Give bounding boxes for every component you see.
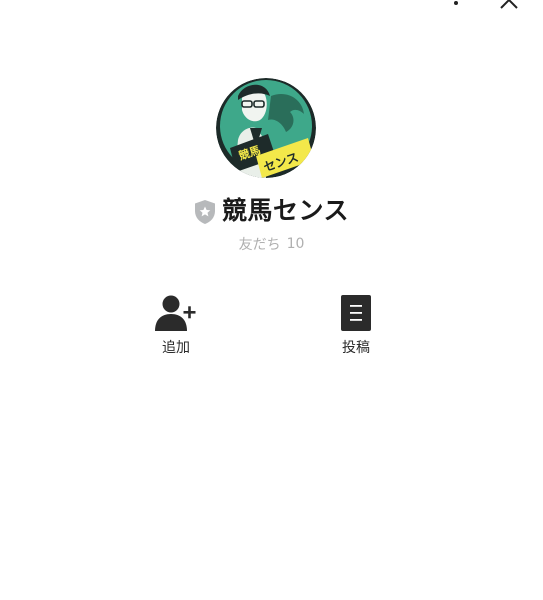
friends-count-row: 友だち 10: [0, 234, 543, 254]
friends-label: 友だち: [238, 237, 281, 253]
account-name-row: 競馬センス: [0, 193, 543, 229]
avatar-image: 競馬 センス: [216, 78, 316, 178]
posts-button[interactable]: 投稿: [326, 294, 386, 358]
top-bar: [0, 0, 543, 12]
close-icon[interactable]: [497, 0, 523, 12]
add-friend-button[interactable]: 追加: [146, 294, 206, 358]
posts-label: 投稿: [342, 340, 370, 356]
friends-count: 10: [286, 236, 305, 252]
verified-shield-star-icon: [194, 200, 215, 224]
account-name: 競馬センス: [221, 196, 349, 225]
more-dots-icon[interactable]: [448, 0, 464, 10]
account-avatar[interactable]: 競馬 センス: [216, 78, 316, 178]
add-friend-icon: [155, 295, 196, 331]
post-document-icon: [341, 295, 371, 331]
add-friend-label: 追加: [162, 340, 190, 356]
